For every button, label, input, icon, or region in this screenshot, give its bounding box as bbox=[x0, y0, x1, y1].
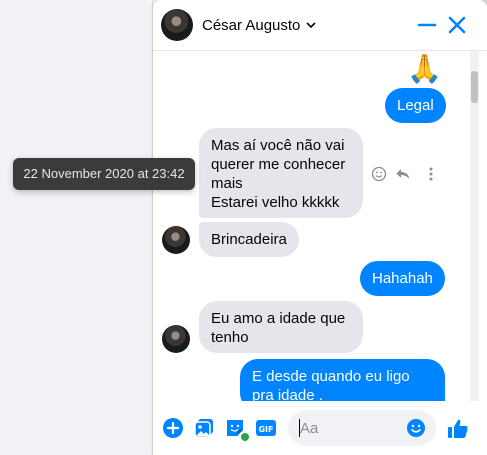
avatar[interactable] bbox=[162, 226, 190, 254]
minimize-icon[interactable] bbox=[415, 13, 439, 37]
text-caret bbox=[299, 419, 300, 437]
chat-header: César Augusto bbox=[153, 0, 487, 51]
more-icon[interactable] bbox=[423, 166, 439, 182]
chat-window: César Augusto 🙏 Legal Mas aí você não va… bbox=[153, 0, 487, 455]
emoji-message: 🙏 bbox=[407, 53, 442, 84]
gif-label: GIF bbox=[258, 425, 273, 434]
message-input[interactable]: Aa bbox=[288, 410, 436, 446]
avatar[interactable] bbox=[162, 325, 190, 353]
composer-bar: GIF Aa bbox=[153, 401, 487, 455]
online-status-dot bbox=[241, 433, 249, 441]
scrollbar[interactable] bbox=[470, 51, 479, 401]
message-outgoing[interactable]: Hahahah bbox=[360, 261, 445, 296]
message-outgoing[interactable]: E desde quando eu ligo pra idade . bbox=[240, 359, 445, 401]
photo-icon[interactable] bbox=[193, 417, 215, 439]
thumbs-up-icon[interactable] bbox=[446, 417, 470, 441]
scrollbar-thumb[interactable] bbox=[471, 71, 478, 103]
message-incoming[interactable]: Eu amo a idade que tenho bbox=[199, 301, 363, 353]
timestamp-tooltip: 22 November 2020 at 23:42 bbox=[13, 158, 195, 190]
contact-name[interactable]: César Augusto bbox=[202, 17, 300, 34]
smiley-icon[interactable] bbox=[371, 166, 387, 182]
avatar[interactable] bbox=[161, 9, 193, 41]
message-incoming[interactable]: Mas aí você não vai querer me conhecer m… bbox=[199, 128, 363, 218]
chevron-down-icon[interactable] bbox=[305, 19, 317, 31]
emoji-icon[interactable] bbox=[406, 418, 426, 438]
message-incoming[interactable]: Brincadeira bbox=[199, 222, 299, 257]
reply-icon[interactable] bbox=[395, 166, 411, 182]
plus-icon[interactable] bbox=[162, 417, 184, 439]
message-outgoing[interactable]: Legal bbox=[385, 88, 446, 123]
message-placeholder: Aa bbox=[300, 420, 319, 437]
close-icon[interactable] bbox=[445, 13, 469, 37]
gif-icon[interactable]: GIF bbox=[255, 417, 277, 439]
message-list: 🙏 Legal Mas aí você não vai querer me co… bbox=[153, 51, 487, 401]
